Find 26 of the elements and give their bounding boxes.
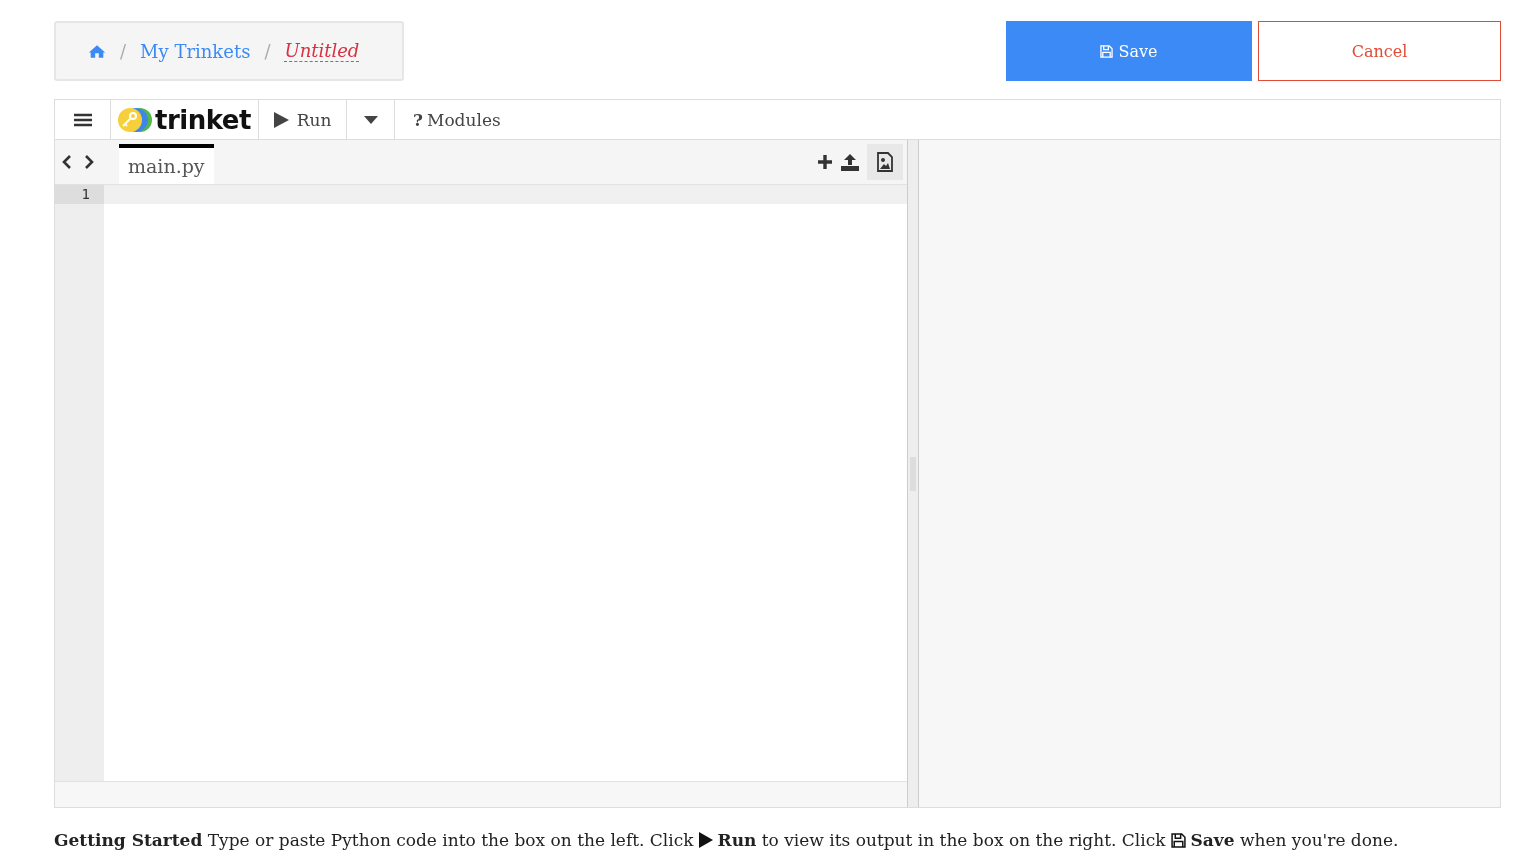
breadcrumb-separator: / — [120, 40, 127, 62]
caret-icon — [363, 115, 378, 124]
help-text: Save when you're done. — [1190, 830, 1399, 850]
line-number: 1 — [55, 185, 104, 204]
help-text: Getting Started Type or paste Python code into the box on the left. Click — [54, 830, 694, 850]
trinket-title[interactable]: Untitled — [284, 40, 360, 62]
floppy-icon — [1170, 832, 1186, 848]
floppy-icon — [1100, 44, 1114, 58]
play-icon — [698, 832, 713, 848]
play-icon — [273, 111, 289, 128]
breadcrumb-link[interactable]: My Trinkets — [140, 40, 251, 62]
logo-text: trinket — [155, 104, 251, 135]
save-button[interactable]: Save — [1006, 21, 1252, 81]
breadcrumb-separator: / — [264, 40, 271, 62]
menu-icon — [73, 112, 92, 127]
file-tab[interactable]: main.py — [119, 144, 214, 184]
previous-icon[interactable] — [61, 154, 73, 170]
image-icon — [877, 152, 893, 172]
image-button[interactable] — [867, 144, 903, 180]
help-text: Run to view its output in the box on the right. Click — [717, 830, 1166, 850]
home-icon[interactable] — [88, 43, 106, 59]
next-icon[interactable] — [83, 154, 95, 170]
add-icon[interactable] — [817, 154, 833, 170]
logo-icon — [117, 106, 153, 133]
upload-icon[interactable] — [841, 153, 859, 171]
cancel-button[interactable]: Cancel — [1258, 21, 1501, 81]
